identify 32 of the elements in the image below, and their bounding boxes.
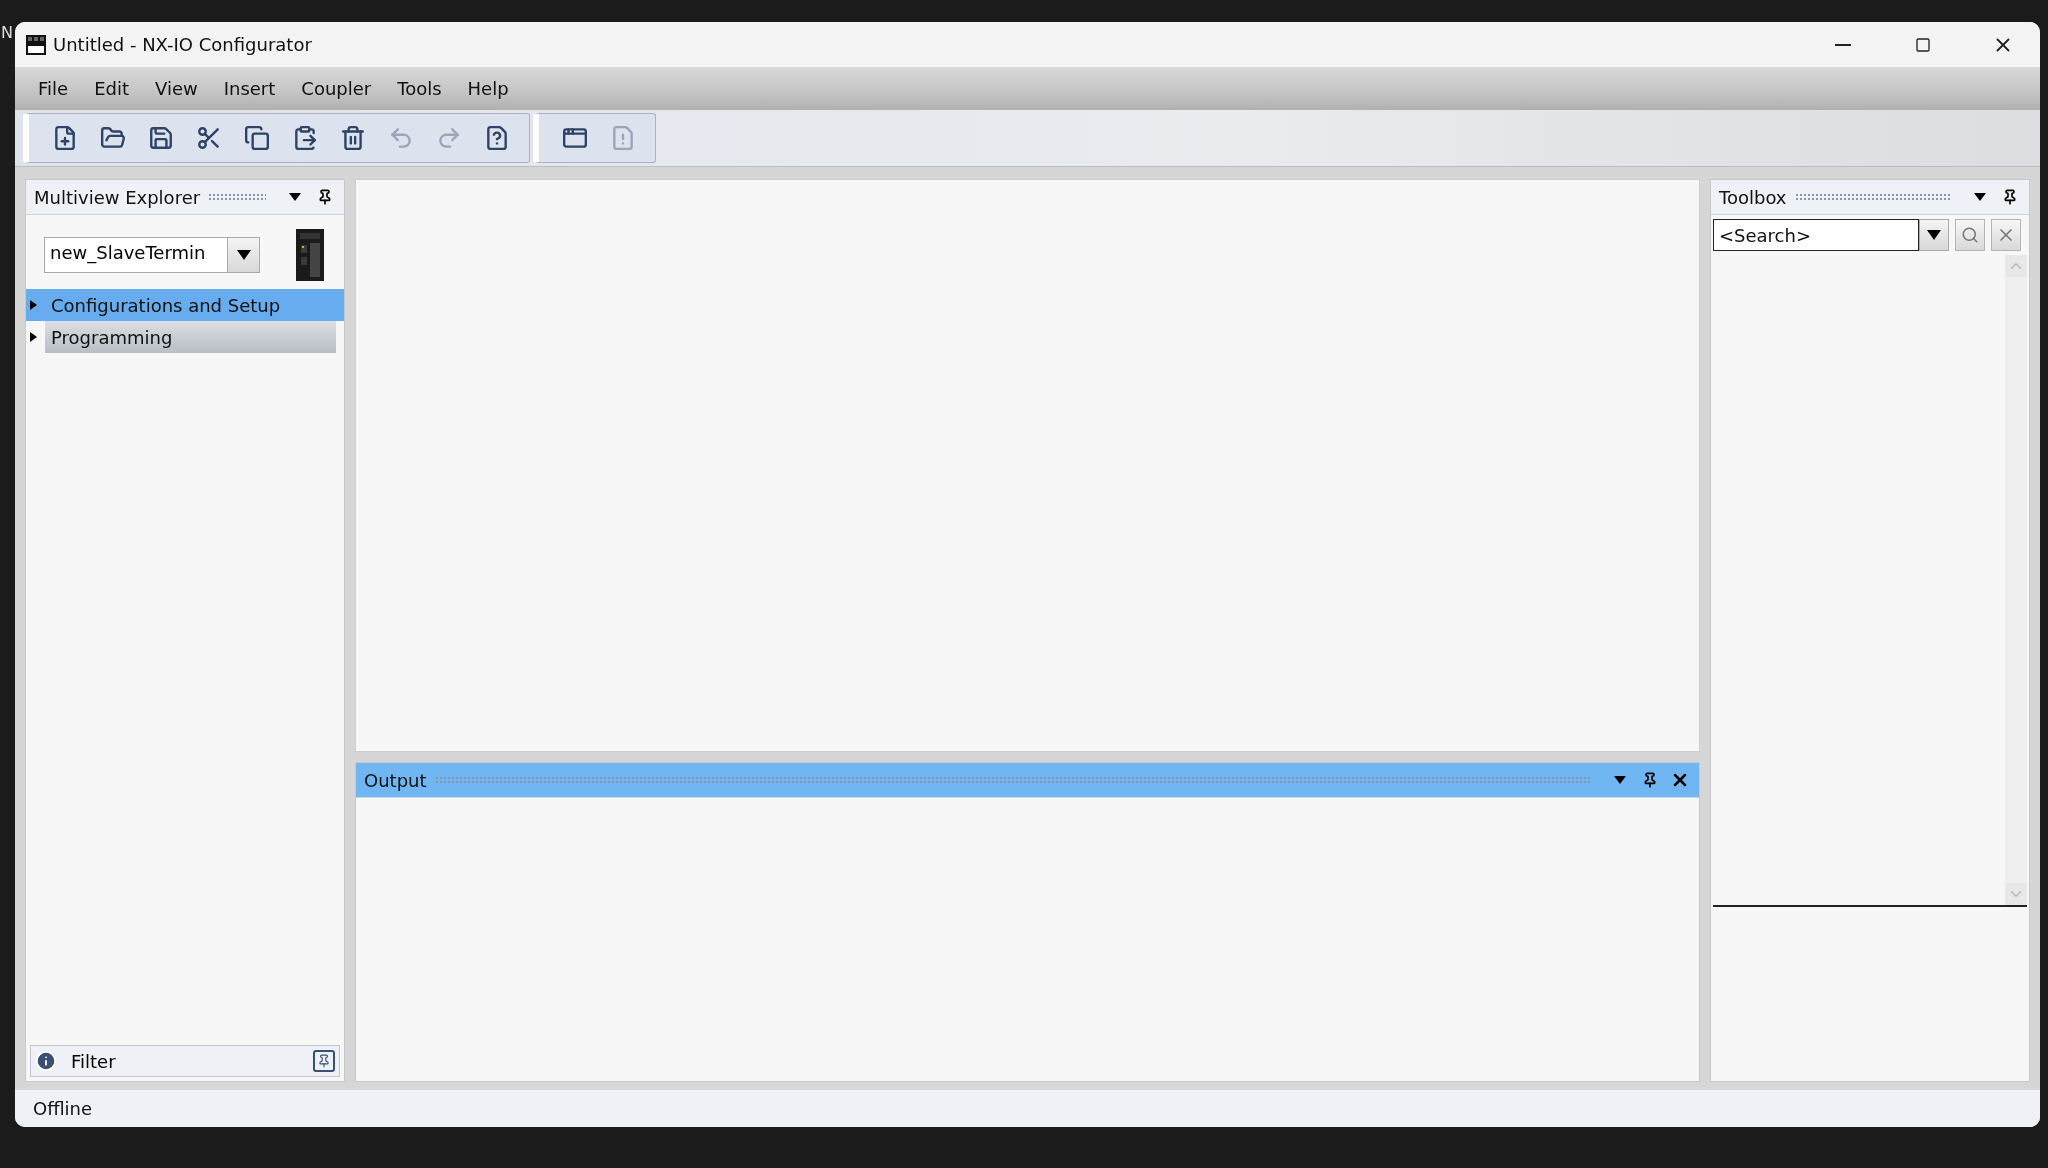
dropdown-button[interactable] (1919, 219, 1949, 251)
app-logo-icon (25, 33, 47, 56)
window-title: Untitled - NX-IO Configurator (53, 34, 313, 55)
menu-item[interactable]: Insert (210, 78, 289, 99)
panel-title: Output (364, 769, 427, 791)
info-icon (35, 1050, 57, 1072)
dropdown-button[interactable] (227, 238, 259, 272)
device-icon (296, 229, 324, 281)
panel-title: Toolbox (1719, 186, 1787, 208)
minimize-icon (1835, 43, 1851, 46)
expand-icon[interactable] (30, 300, 37, 310)
menu-item[interactable]: Tools (384, 78, 455, 99)
maximize-icon (1915, 36, 1931, 53)
filter-label: Filter (71, 1050, 117, 1072)
expand-icon[interactable] (30, 332, 37, 342)
search-field[interactable]: <Search> (1713, 219, 1919, 251)
status-text: Offline (33, 1098, 93, 1119)
desktop-text: N (1, 24, 13, 42)
menu-item[interactable]: File (25, 78, 82, 99)
search-icon (1961, 226, 1979, 244)
menu-item[interactable]: Coupler (288, 78, 385, 99)
panel-title: Multiview Explorer (34, 186, 201, 208)
menu-item[interactable]: Help (454, 78, 522, 99)
caret-icon (236, 250, 251, 260)
pin-icon[interactable] (313, 1050, 335, 1072)
menu-item[interactable]: View (142, 78, 211, 99)
tree-item[interactable]: Configurations and Setup (26, 289, 344, 321)
search-button[interactable] (1955, 219, 1985, 251)
device-dropdown[interactable]: new_SlaveTermin (44, 237, 260, 273)
menu-item[interactable]: Edit (81, 78, 142, 99)
caret-icon (1927, 230, 1941, 240)
clear-button[interactable] (1991, 219, 2021, 251)
